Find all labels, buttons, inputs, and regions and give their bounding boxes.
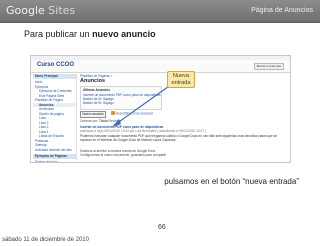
- brand-sites-text: Sites: [48, 4, 76, 17]
- date-footer: sábado 11 de diciembre de 2010: [2, 237, 89, 243]
- sidebar-item[interactable]: Actividad reciente del sitio: [33, 148, 76, 153]
- announcement-post: Insertar un documento PDF como pase de d…: [80, 125, 286, 142]
- slide-caption: pulsamos en el botón “nueva entrada”: [164, 177, 299, 186]
- nav-list: Inicio Ejemplos Ejemplos de Contenido Este …: [33, 79, 76, 152]
- new-post-button[interactable]: Nuevo anuncio: [80, 111, 106, 118]
- left-navigation: Menú Principal Inicio Ejemplos Ejemplos de…: [33, 74, 77, 162]
- site-name[interactable]: Curso CCOO: [37, 62, 74, 68]
- sort-option-link[interactable]: Reciente: [109, 119, 122, 123]
- google-sites-header-bar: Google Sites Página de Anuncios: [0, 0, 320, 23]
- sidebar-item[interactable]: Página de Inicio: [35, 160, 76, 162]
- site-header: Curso CCOO Buscar en este sitio: [31, 60, 290, 73]
- slide-heading-emphasis: nuevo anuncio: [92, 29, 156, 39]
- slide-number: 66: [158, 224, 166, 231]
- new-entry-callout: Nueva entrada: [167, 71, 195, 88]
- recent-post-link[interactable]: Bastón de Sr. Sayago: [81, 101, 161, 105]
- site-search-button[interactable]: Buscar en este sitio: [254, 63, 284, 70]
- callout-line: Nueva: [172, 73, 190, 79]
- subscribe-link[interactable]: Suscribirse a los anuncios: [111, 111, 153, 116]
- brand-google-text: Google: [6, 4, 45, 17]
- sidebar-item[interactable]: Ejemplos de Contenido: [33, 89, 76, 94]
- post-step: Configuramos el nuevo documento, guardar…: [80, 153, 167, 157]
- google-sites-logo: Google Sites: [6, 4, 75, 17]
- slide-heading: Para publicar un nuevo anuncio: [24, 29, 156, 39]
- subscribe-label: Suscribirse a los anuncios: [116, 111, 154, 116]
- callout-line: entrada: [171, 80, 191, 86]
- slide-heading-prefix: Para publicar un: [24, 29, 90, 39]
- sort-label: Ordenar por:: [80, 119, 99, 123]
- sort-control: Ordenar por: Título Reciente: [80, 119, 121, 123]
- announcement-actions: Nuevo anuncio Suscribirse a los anuncios: [80, 111, 286, 118]
- page-title: Página de Anuncios: [251, 7, 313, 14]
- rss-icon: [111, 111, 115, 115]
- post-body: Podemos incrustar cualquier documento PD…: [80, 134, 278, 142]
- post-steps: Subimos al archivo a nuestra cuenta de G…: [80, 149, 286, 157]
- nav-list-examples: Página de InicioPágina de Anuncios: [33, 159, 76, 162]
- embedded-site-screenshot: Curso CCOO Buscar en este sitio Menú Pri…: [30, 55, 291, 163]
- recent-posts-box: Últimos Anuncios Insertar un documento P…: [80, 86, 162, 110]
- sort-current: Título: [98, 119, 108, 123]
- post-meta: publicado a la(s) 08/11/2010 13:44 por L…: [80, 129, 206, 133]
